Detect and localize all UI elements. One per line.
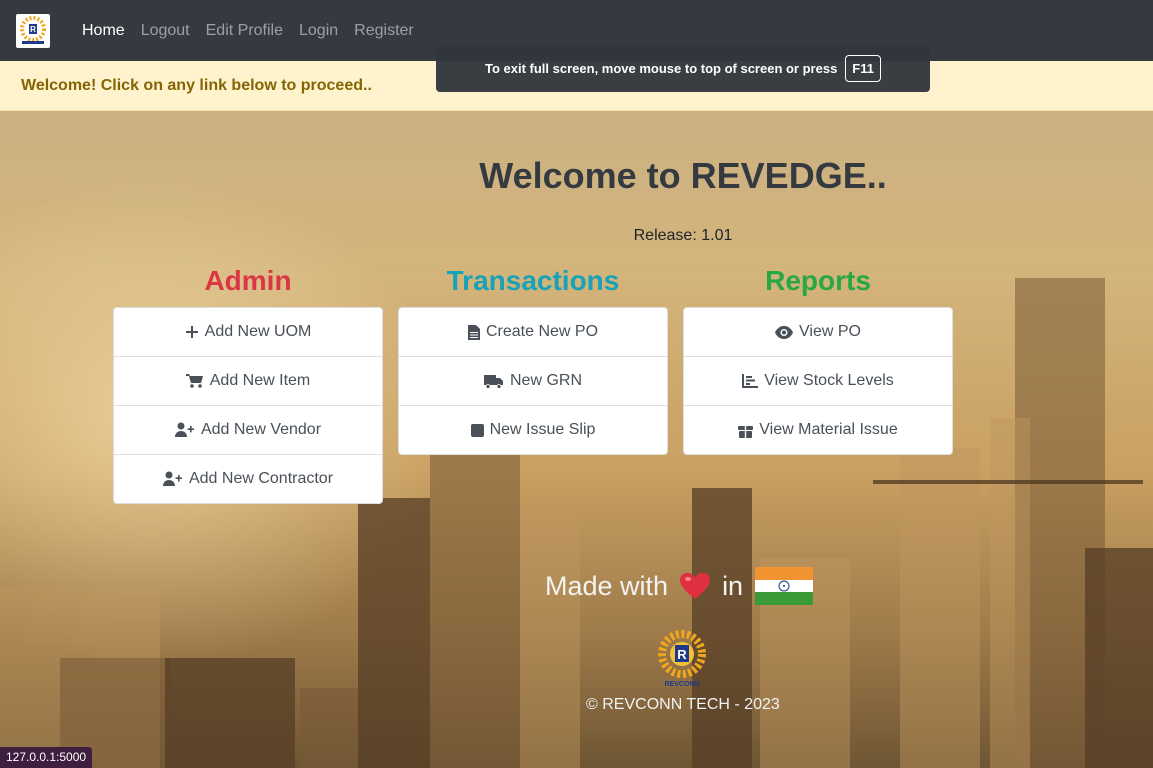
in-text: in <box>722 570 744 601</box>
plus-icon <box>185 326 198 338</box>
india-flag-icon <box>755 567 814 606</box>
alert-text: Welcome! Click on any link below to proc… <box>21 76 372 94</box>
item-label: New GRN <box>509 372 582 389</box>
nav-edit-profile[interactable]: Edit Profile <box>198 22 291 40</box>
admin-title: Admin <box>204 265 292 296</box>
view-po-link[interactable]: View PO <box>684 308 952 356</box>
reports-title: Reports <box>765 265 871 296</box>
item-label: Add New Vendor <box>200 421 322 438</box>
admin-list: Add New UOM Add New Item Add New Vendor … <box>113 307 383 504</box>
reports-list: View PO View Stock Levels View Material … <box>683 307 953 455</box>
item-label: View PO <box>799 323 861 340</box>
nav-register[interactable]: Register <box>346 22 422 40</box>
svg-text:R: R <box>677 647 687 662</box>
item-label: View Stock Levels <box>764 372 894 389</box>
item-label: View Material Issue <box>759 421 898 438</box>
item-label: Create New PO <box>485 323 599 340</box>
eye-icon <box>775 325 794 339</box>
made-with-text: Made with <box>545 570 669 601</box>
add-new-vendor-link[interactable]: Add New Vendor <box>114 405 382 454</box>
new-grn-link[interactable]: New GRN <box>399 356 667 405</box>
view-stock-levels-link[interactable]: View Stock Levels <box>684 356 952 405</box>
bar-chart-icon <box>742 374 759 388</box>
footer-revconn-logo: R REVCONN <box>656 630 708 693</box>
heart-icon <box>680 572 711 599</box>
item-label: Add New Item <box>209 372 311 389</box>
nav-login[interactable]: Login <box>291 22 346 40</box>
brand-logo[interactable]: R <box>16 13 50 48</box>
reports-section: Reports View PO View Stock Levels View M… <box>683 264 953 455</box>
svg-text:R: R <box>30 25 36 34</box>
cart-icon <box>185 374 203 388</box>
view-material-issue-link[interactable]: View Material Issue <box>684 405 952 454</box>
add-new-contractor-link[interactable]: Add New Contractor <box>114 454 382 503</box>
square-icon <box>470 423 484 437</box>
gift-icon <box>738 425 754 438</box>
page-title: Welcome to REVEDGE.. <box>479 155 887 196</box>
nav-logout[interactable]: Logout <box>133 22 198 40</box>
status-bar-url: 127.0.0.1:5000 <box>0 747 93 768</box>
create-new-po-link[interactable]: Create New PO <box>399 308 667 356</box>
svg-text:REVCONN: REVCONN <box>664 681 699 688</box>
revconn-logo-icon: R <box>20 15 46 44</box>
made-with-love: Made with in <box>545 566 814 606</box>
revconn-logo-icon: R REVCONN <box>658 630 706 688</box>
f11-key-badge: F11 <box>845 55 881 82</box>
item-label: Add New Contractor <box>188 470 334 487</box>
transactions-title: Transactions <box>446 265 620 296</box>
transactions-list: Create New PO New GRN New Issue Slip <box>398 307 668 455</box>
new-issue-slip-link[interactable]: New Issue Slip <box>399 405 667 454</box>
item-label: Add New UOM <box>204 323 312 340</box>
nav-home[interactable]: Home <box>74 22 133 40</box>
item-label: New Issue Slip <box>489 421 596 438</box>
admin-section: Admin Add New UOM Add New Item Add New V… <box>113 264 383 504</box>
user-plus-icon <box>174 422 194 437</box>
release-version: Release: 1.01 <box>633 227 733 244</box>
user-plus-icon <box>162 471 182 486</box>
truck-icon <box>483 374 503 389</box>
fullscreen-notice-text: To exit full screen, move mouse to top o… <box>485 61 838 76</box>
add-new-item-link[interactable]: Add New Item <box>114 356 382 405</box>
add-new-uom-link[interactable]: Add New UOM <box>114 308 382 356</box>
file-icon <box>467 324 480 340</box>
copyright-text: © REVCONN TECH - 2023 <box>586 696 780 713</box>
transactions-section: Transactions Create New PO New GRN New I… <box>398 264 668 455</box>
fullscreen-notice: To exit full screen, move mouse to top o… <box>436 45 930 92</box>
